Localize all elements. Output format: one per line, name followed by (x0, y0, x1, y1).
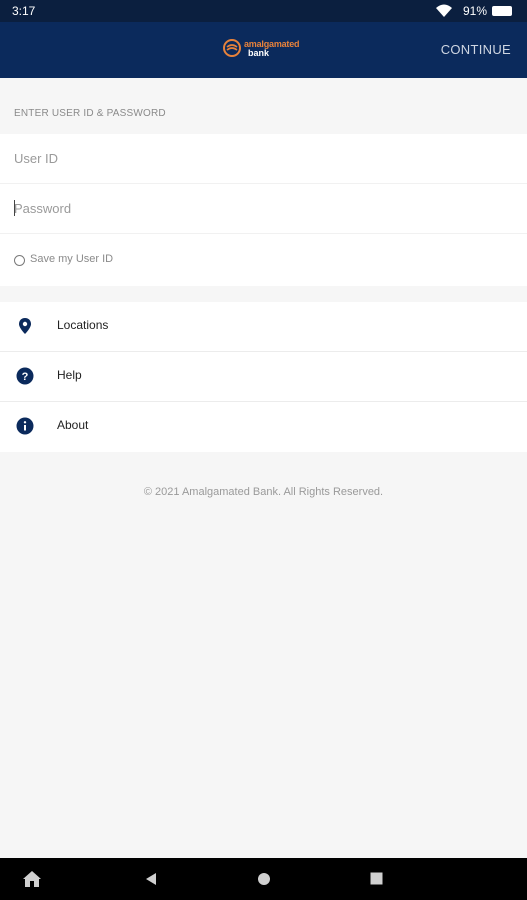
battery-percent: 91% (463, 4, 488, 18)
status-time: 3:17 (12, 4, 36, 18)
menu-item-locations[interactable]: Locations (0, 302, 527, 352)
app-bar: amalgamated bank CONTINUE (0, 22, 527, 78)
password-input[interactable] (14, 198, 494, 218)
password-row (0, 184, 527, 234)
menu-item-label: Locations (57, 318, 109, 332)
amalgamated-bank-logo: amalgamated bank (222, 38, 312, 62)
help-icon: ? (16, 367, 34, 385)
continue-button[interactable]: CONTINUE (441, 42, 511, 57)
text-cursor (14, 200, 15, 216)
user-id-input[interactable] (14, 148, 494, 168)
login-section-title: ENTER USER ID & PASSWORD (14, 108, 166, 119)
back-icon[interactable] (144, 872, 158, 886)
menu-item-label: About (57, 418, 89, 432)
login-form: Save my User ID (0, 134, 527, 286)
save-user-id-row[interactable]: Save my User ID (0, 234, 527, 286)
info-menu: Locations ? Help About (0, 302, 527, 452)
recents-icon[interactable] (370, 872, 383, 885)
copyright-text: © 2021 Amalgamated Bank. All Rights Rese… (143, 486, 384, 498)
logo-text-bottom: bank (248, 48, 270, 58)
menu-item-label: Help (57, 368, 82, 382)
menu-item-about[interactable]: About (0, 402, 527, 452)
logo-mark-icon (223, 39, 241, 57)
menu-item-help[interactable]: ? Help (0, 352, 527, 402)
user-id-row (0, 134, 527, 184)
location-pin-icon (19, 318, 31, 334)
battery-icon (492, 6, 512, 16)
wifi-icon (436, 4, 452, 17)
home-circle-icon[interactable] (257, 872, 271, 886)
info-icon (16, 417, 34, 435)
save-user-id-radio[interactable] (14, 255, 25, 266)
home-icon[interactable] (22, 870, 42, 888)
save-user-id-label: Save my User ID (30, 253, 114, 265)
system-nav-bar (0, 858, 527, 900)
svg-text:?: ? (22, 371, 29, 383)
status-bar: 3:17 91% (0, 0, 527, 22)
